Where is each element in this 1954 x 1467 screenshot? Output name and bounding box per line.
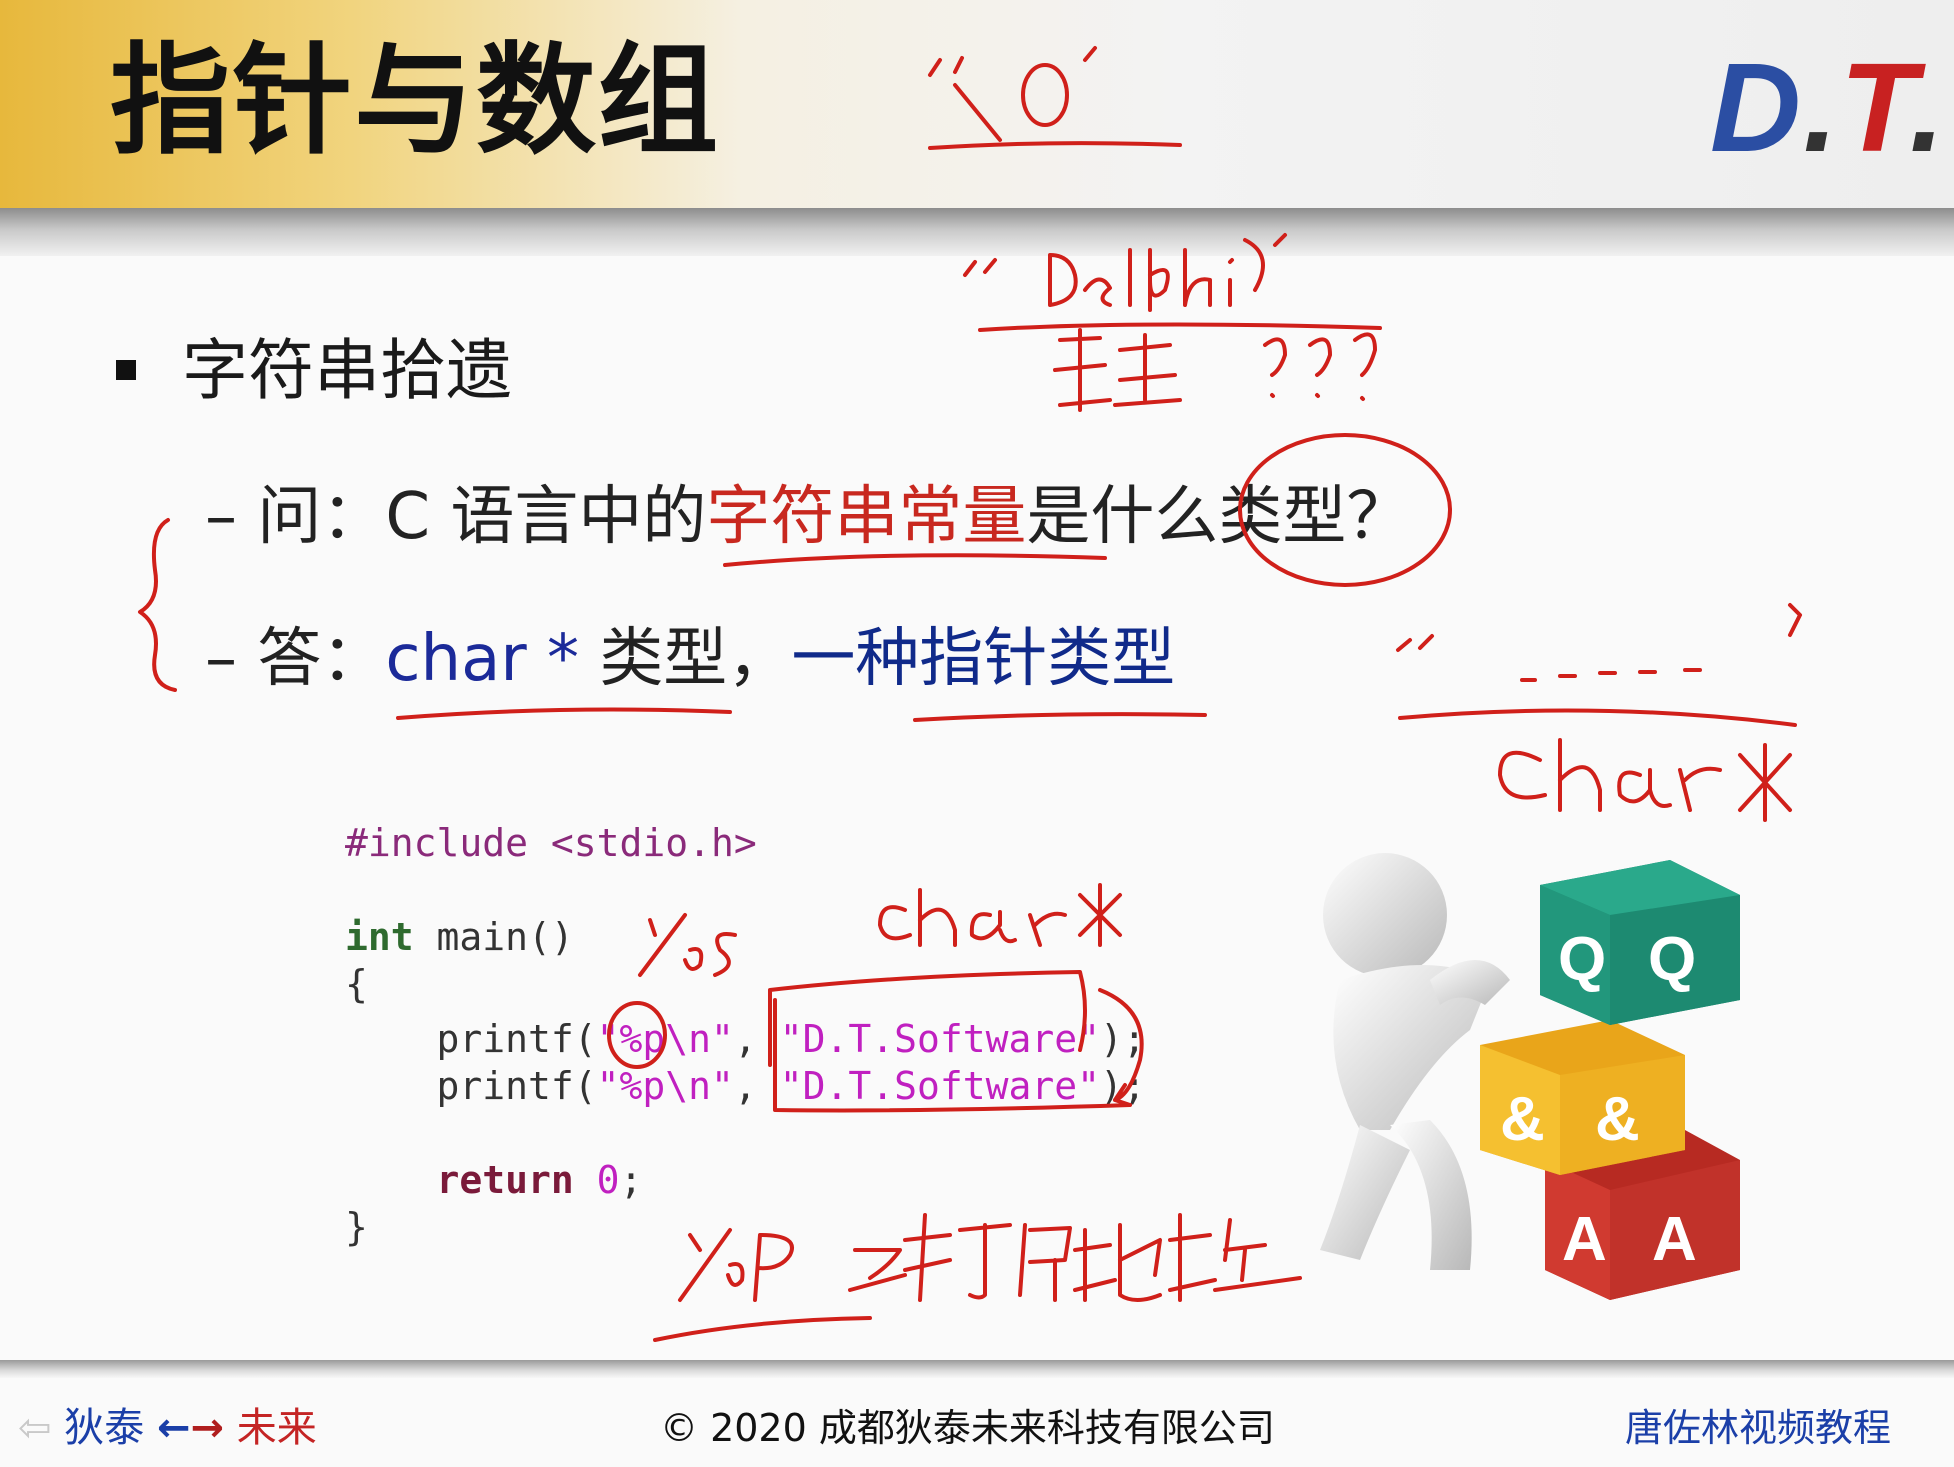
footer-weilai: 未来	[236, 1405, 317, 1451]
close-brace: }	[345, 1205, 368, 1249]
ink-arrow-to	[848, 1248, 907, 1292]
printf-call: printf(	[345, 1064, 597, 1108]
arrow-right-icon: →	[190, 1405, 224, 1451]
bullet-marker	[116, 360, 136, 380]
string-literal: "D.T.Software"	[779, 1064, 1101, 1108]
dt-logo: D.T.	[1710, 38, 1947, 178]
question-highlight: 字符串常量	[706, 480, 1027, 554]
include-directive: #include <stdio.h>	[345, 821, 757, 865]
footer-left: ⇦ 狄泰 ←→ 未来	[18, 1398, 317, 1458]
footer-copyright: © 2020 成都狄泰未来科技有限公司	[660, 1406, 1275, 1450]
ink-underline-percent-p	[653, 1316, 872, 1342]
question-prefix: 问：C 语言中的	[257, 480, 707, 554]
ink-char-star-right	[1498, 738, 1792, 822]
ink-dots	[1520, 668, 1702, 682]
logo-dot-1: .	[1803, 37, 1841, 178]
code-line-include: #include <stdio.h>	[345, 820, 757, 867]
question-line: – 问：C 语言中的字符串常量是什么类型？	[205, 472, 1410, 562]
code-block: #include <stdio.h> int main() { printf("…	[345, 820, 1146, 1249]
figure-leg-right	[1390, 1120, 1472, 1270]
comma: ,	[733, 1064, 780, 1108]
ink-da	[903, 1213, 1012, 1302]
answer-line: – 答：char * 类型，一种指针类型	[205, 614, 1175, 704]
ink-underline-char-star	[396, 707, 732, 720]
printf-call: printf(	[345, 1017, 597, 1061]
format-string: "%p\n"	[596, 1017, 734, 1061]
int-keyword: int	[345, 915, 414, 959]
ink-leixing	[1053, 328, 1182, 412]
arrow-left-icon: ←	[156, 1405, 191, 1451]
footer-ditai: 狄泰	[64, 1405, 145, 1451]
ink-letter-p	[753, 1233, 794, 1302]
ink-di	[1073, 1223, 1162, 1302]
bullet-heading: 字符串拾遗	[182, 332, 512, 409]
ink-quote-close-right	[1788, 603, 1802, 637]
string-literal: "D.T.Software"	[779, 1017, 1101, 1061]
answer-dash: –	[205, 622, 237, 696]
footer-course: 唐佐林视频教程	[1625, 1406, 1892, 1450]
cube-label-amp-left: &	[1500, 1085, 1545, 1154]
figure-head	[1323, 853, 1447, 977]
ink-question-marks	[1263, 332, 1377, 401]
cube-label-amp-right: &	[1595, 1085, 1640, 1154]
slide-title: 指针与数组	[110, 32, 720, 171]
open-brace: {	[345, 962, 368, 1006]
ink-percent-p	[678, 1228, 745, 1302]
format-string: "%p\n"	[596, 1064, 734, 1108]
return-value: 0	[596, 1158, 620, 1202]
main-signature: main()	[413, 915, 574, 959]
answer-char: char	[385, 622, 527, 696]
comma: ,	[733, 1017, 780, 1061]
answer-type: 类型，	[599, 622, 792, 696]
ink-delphi-text	[1083, 248, 1234, 312]
qa-cubes-illustration: Q Q & & A A	[1320, 853, 1740, 1300]
ink-underline-delphi	[978, 322, 1382, 332]
figure-leg-left	[1320, 1125, 1410, 1260]
logo-dot-2: .	[1909, 37, 1947, 178]
answer-star: *	[526, 622, 600, 696]
return-keyword: return	[345, 1158, 574, 1202]
question-suffix: 是什么类型？	[1026, 480, 1411, 554]
ink-percent-s	[638, 913, 737, 977]
header-shadow	[0, 208, 1954, 256]
back-arrow-icon: ⇦	[18, 1405, 52, 1451]
code-line-printf-1: printf("%p\n", "D.T.Software");	[345, 1016, 1146, 1063]
logo-t: T	[1840, 37, 1910, 178]
statement-end: );	[1100, 1017, 1146, 1061]
ink-underline-right	[1398, 708, 1797, 727]
ink-brace	[138, 518, 177, 692]
answer-tail: 一种指针类型	[791, 622, 1176, 696]
code-line-close-brace: }	[345, 1204, 368, 1251]
ink-underline-pointer-type	[913, 712, 1207, 722]
ink-quote-open-right	[1396, 634, 1434, 652]
code-line-printf-2: printf("%p\n", "D.T.Software");	[345, 1063, 1146, 1110]
question-dash: –	[205, 480, 237, 554]
footer-divider	[0, 1360, 1954, 1378]
logo-d: D	[1710, 37, 1803, 178]
ink-delphi-quote-open	[963, 258, 997, 277]
code-line-open-brace: {	[345, 961, 368, 1008]
cube-label-a-right: A	[1652, 1205, 1697, 1274]
ink-d	[1048, 253, 1078, 307]
code-line-main: int main()	[345, 914, 574, 961]
statement-end: );	[1100, 1064, 1146, 1108]
statement-end: ;	[619, 1158, 643, 1202]
cube-label-q-left: Q	[1558, 925, 1606, 994]
answer-prefix: 答：	[257, 622, 386, 696]
cube-label-q-right: Q	[1648, 925, 1696, 994]
cube-label-a-left: A	[1562, 1205, 1607, 1274]
ink-char-star-code	[878, 883, 1122, 947]
code-line-return: return 0;	[345, 1157, 643, 1204]
ink-yin	[1018, 1223, 1072, 1302]
